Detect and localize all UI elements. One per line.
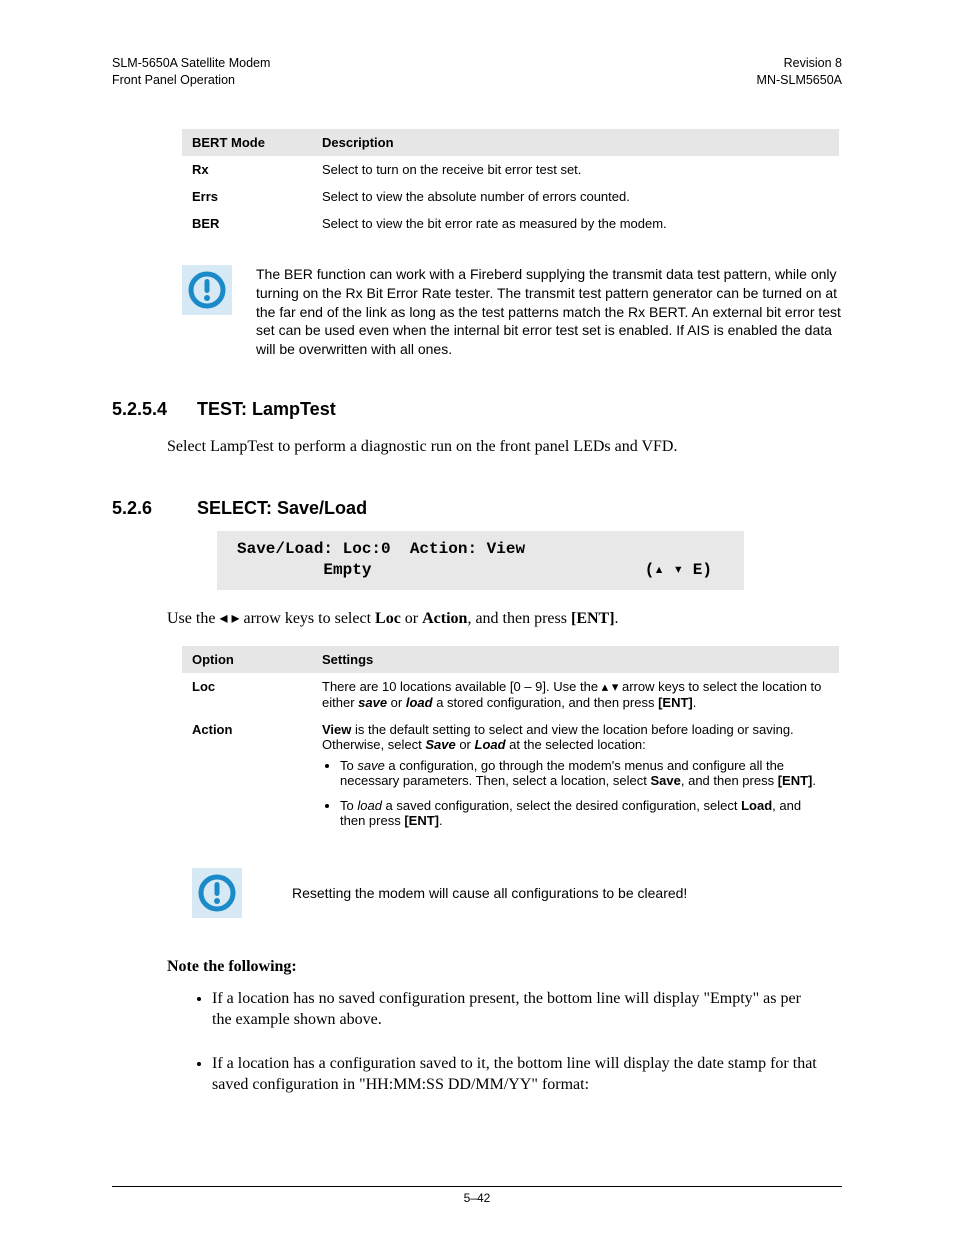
text-italic: save [357,758,384,773]
section-number: 5.2.6 [112,498,192,519]
triangle-up-icon [654,561,664,579]
text-fragment: . [615,610,619,627]
list-item: To load a saved configuration, select th… [340,798,829,828]
lcd-hint: ( E) [645,560,712,582]
settings-table: Option Settings Loc There are 10 locatio… [182,646,839,844]
text-bold-italic: Load [475,737,506,752]
lcd-line-1: Save/Load: Loc:0 Action: View [237,539,712,561]
settings-sublist: To save a configuration, go through the … [340,758,829,828]
text-bold-italic: Save [425,737,455,752]
header-right: Revision 8 MN-SLM5650A [757,55,842,89]
lcd-display: Save/Load: Loc:0 Action: View Empty ( E) [217,531,744,590]
list-item: If a location has a configuration saved … [212,1053,822,1096]
header-docnum: MN-SLM5650A [757,72,842,89]
description-header: Description [312,129,839,156]
text-fragment: at the selected location: [506,737,646,752]
table-row: Rx Select to turn on the receive bit err… [182,156,839,183]
text-fragment: a stored configuration, and then press [433,695,658,710]
text-fragment: Use the [167,610,219,627]
note-following-heading: Note the following: [167,958,842,976]
section-title: TEST: LampTest [197,399,336,419]
section-heading-lamptest: 5.2.5.4 TEST: LampTest [112,399,842,420]
description-cell: Select to turn on the receive bit error … [312,156,839,183]
text-bold: View [322,722,351,737]
text-bold: Load [741,798,772,813]
lcd-line-2: Empty ( E) [237,560,712,582]
section-heading-saveload: 5.2.6 SELECT: Save/Load [112,498,842,519]
text-bold-italic: load [406,695,433,710]
text-bold-italic: save [358,695,387,710]
text-bold: [ENT] [571,610,615,627]
text-bold: [ENT] [658,695,693,710]
text-fragment: or [387,695,406,710]
page-number: 5–42 [464,1191,491,1205]
text-fragment: . [693,695,697,710]
triangle-down-icon [674,561,684,579]
table-row: Loc There are 10 locations available [0 … [182,673,839,716]
bert-mode-header: BERT Mode [182,129,312,156]
instruction-text: Use the arrow keys to select Loc or Acti… [167,608,842,630]
lcd-text: Save/Load: Loc:0 Action: View [237,539,525,561]
note-text: Resetting the modem will cause all confi… [292,885,687,901]
header-left: SLM-5650A Satellite Modem Front Panel Op… [112,55,270,89]
text-fragment: , and then press [681,773,778,788]
text-fragment: arrow keys to select [240,610,376,627]
text-italic: load [357,798,382,813]
text-fragment: . [812,773,816,788]
section-number: 5.2.5.4 [112,399,192,420]
description-cell: Select to view the bit error rate as mea… [312,210,839,237]
note-block: The BER function can work with a Fireber… [182,265,842,359]
triangle-right-icon [231,610,239,627]
document-page: SLM-5650A Satellite Modem Front Panel Op… [0,0,954,1235]
bert-mode-cell: Errs [182,183,312,210]
list-item: To save a configuration, go through the … [340,758,829,788]
settings-paragraph: View is the default setting to select an… [322,722,829,752]
text-fragment: or [401,610,422,627]
description-cell: Select to view the absolute number of er… [312,183,839,210]
triangle-up-icon [602,679,609,694]
header-product: SLM-5650A Satellite Modem [112,55,270,72]
text-bold: Action [422,610,467,627]
text-fragment: a saved configuration, select the desire… [382,798,741,813]
list-item: If a location has no saved configuration… [212,988,822,1031]
text-fragment: . [439,813,443,828]
option-cell: Action [182,716,312,844]
table-row: Errs Select to view the absolute number … [182,183,839,210]
text-fragment: To [340,798,357,813]
bert-mode-cell: Rx [182,156,312,183]
header-section: Front Panel Operation [112,72,270,89]
table-row: Action View is the default setting to se… [182,716,839,844]
table-row: BER Select to view the bit error rate as… [182,210,839,237]
note-text: The BER function can work with a Fireber… [256,265,842,359]
section-title: SELECT: Save/Load [197,498,367,518]
settings-cell: View is the default setting to select an… [312,716,839,844]
page-header: SLM-5650A Satellite Modem Front Panel Op… [112,55,842,89]
option-header: Option [182,646,312,673]
text-bold: Loc [375,610,401,627]
option-cell: Loc [182,673,312,716]
note-block-reset: Resetting the modem will cause all confi… [192,868,842,918]
text-bold: [ENT] [778,773,813,788]
text-bold: Save [650,773,680,788]
alert-icon [192,868,242,918]
header-revision: Revision 8 [757,55,842,72]
table-header-row: Option Settings [182,646,839,673]
lcd-hint-suffix: E) [693,561,712,579]
bert-mode-table: BERT Mode Description Rx Select to turn … [182,129,839,237]
triangle-left-icon [219,610,227,627]
section-body: Select LampTest to perform a diagnostic … [167,436,842,458]
text-bold: [ENT] [404,813,439,828]
lcd-text: Empty [237,560,371,582]
table-header-row: BERT Mode Description [182,129,839,156]
text-fragment: To [340,758,357,773]
bert-mode-cell: BER [182,210,312,237]
text-fragment: , and then press [467,610,571,627]
alert-icon [182,265,232,315]
settings-header: Settings [312,646,839,673]
text-fragment: There are 10 locations available [0 – 9]… [322,679,602,694]
text-fragment: or [456,737,475,752]
note-following-list: If a location has no saved configuration… [212,988,822,1096]
settings-cell: There are 10 locations available [0 – 9]… [312,673,839,716]
page-footer: 5–42 [112,1186,842,1205]
